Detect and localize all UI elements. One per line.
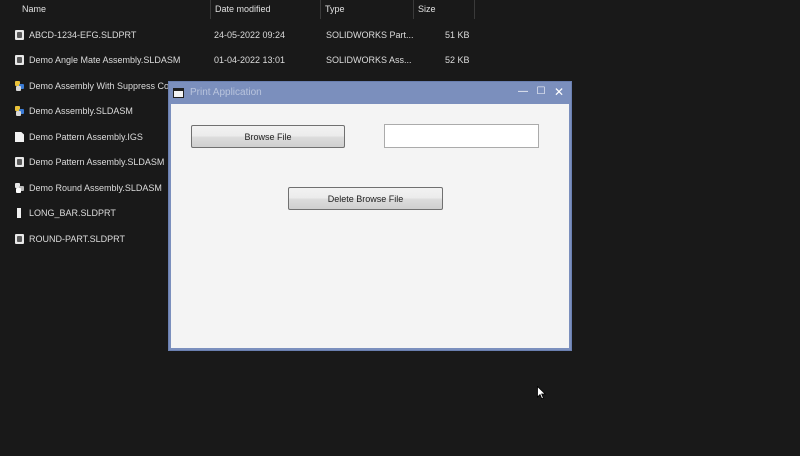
file-name: ROUND-PART.SLDPRT [29, 234, 126, 244]
window-app-icon [173, 88, 184, 98]
bar-part-icon [17, 208, 21, 218]
file-name: Demo Round Assembly.SLDASM [29, 183, 162, 193]
browse-file-button[interactable]: Browse File [191, 125, 345, 148]
minimize-button[interactable]: — [514, 82, 532, 102]
mouse-pointer-icon [537, 386, 547, 400]
assembly-file-icon [15, 106, 24, 116]
file-date: 01-04-2022 13:01 [214, 55, 286, 65]
assembly-file-icon [15, 55, 24, 65]
window-title: Print Application [190, 87, 262, 98]
file-name: Demo Pattern Assembly.IGS [29, 132, 143, 142]
file-row[interactable]: Demo Angle Mate Assembly.SLDASM 01-04-20… [12, 52, 482, 68]
file-row[interactable]: ABCD-1234-EFG.SLDPRT 24-05-2022 09:24 SO… [12, 27, 482, 43]
assembly-file-icon [15, 81, 24, 91]
file-size: 51 KB [445, 30, 470, 40]
file-list-header: ^ Name Date modified Type Size [0, 0, 800, 20]
column-header-name[interactable]: Name [18, 0, 210, 19]
file-path-input[interactable] [384, 124, 539, 148]
column-header-date-modified[interactable]: Date modified [210, 0, 320, 19]
file-type: SOLIDWORKS Ass... [326, 55, 412, 65]
part-file-icon [15, 234, 24, 244]
file-type: SOLIDWORKS Part... [326, 30, 414, 40]
file-name: Demo Assembly.SLDASM [29, 106, 133, 116]
delete-browse-file-button[interactable]: Delete Browse File [288, 187, 443, 210]
close-button[interactable]: ✕ [550, 82, 568, 102]
document-file-icon [15, 132, 24, 142]
window-client-area: Browse File Delete Browse File [171, 104, 569, 348]
file-name: LONG_BAR.SLDPRT [29, 208, 116, 218]
file-date: 24-05-2022 09:24 [214, 30, 286, 40]
assembly-file-icon [15, 183, 24, 193]
maximize-button[interactable]: ☐ [532, 82, 550, 102]
column-header-size[interactable]: Size [413, 0, 475, 19]
file-name: Demo Angle Mate Assembly.SLDASM [29, 55, 181, 65]
part-file-icon [15, 157, 24, 167]
file-name: ABCD-1234-EFG.SLDPRT [29, 30, 137, 40]
window-titlebar[interactable]: Print Application — ☐ ✕ [169, 82, 571, 104]
file-size: 52 KB [445, 55, 470, 65]
file-name: Demo Pattern Assembly.SLDASM [29, 157, 165, 167]
column-header-type[interactable]: Type [320, 0, 413, 19]
print-application-window: Print Application — ☐ ✕ Browse File Dele… [168, 81, 572, 351]
file-name: Demo Assembly With Suppress Co [29, 81, 170, 91]
part-file-icon [15, 30, 24, 40]
